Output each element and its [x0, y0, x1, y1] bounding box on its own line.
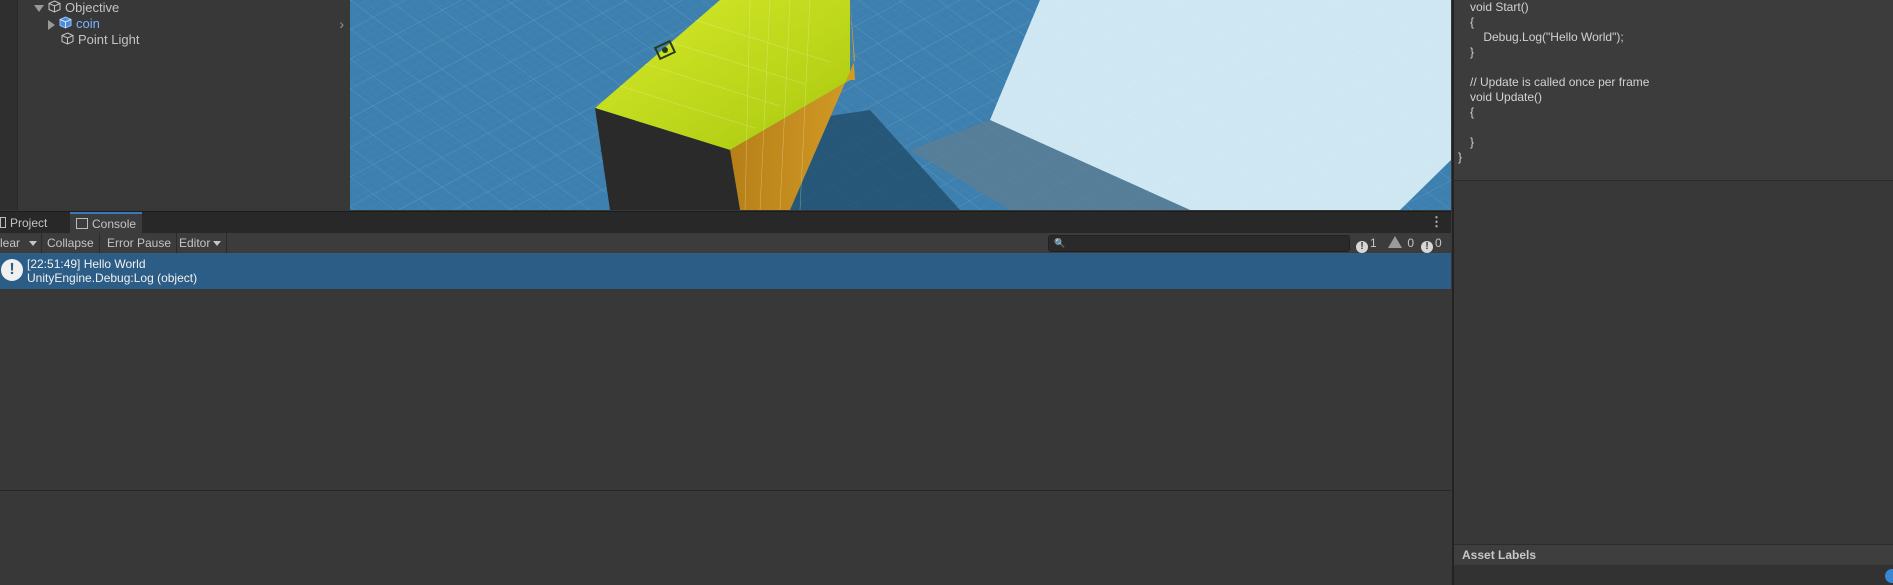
hierarchy-item-label: Point Light [78, 32, 140, 47]
log-stacktrace: UnityEngine.Debug:Log (object) [27, 271, 198, 285]
dropdown-arrow-icon [213, 241, 222, 247]
hierarchy-item-point-light[interactable]: Point Light [61, 32, 139, 48]
error-icon: ! [1421, 241, 1433, 253]
code-line: } [1458, 150, 1463, 164]
code-line: { [1470, 15, 1475, 29]
gameobject-cube-icon [61, 32, 74, 49]
tab-console[interactable]: Console [70, 212, 143, 234]
search-icon: 🔍 [1054, 238, 1066, 248]
gameobject-cube-icon [48, 0, 61, 17]
hierarchy-scene-strip [0, 0, 18, 210]
hierarchy-item-label: Objective [65, 0, 120, 15]
info-icon: ! [1356, 241, 1368, 253]
console-detail-divider[interactable] [0, 490, 1451, 491]
error-pause-button[interactable]: Error Pause [102, 233, 178, 253]
scene-view[interactable] [350, 0, 1451, 210]
asset-labels-header[interactable]: Asset Labels [1454, 544, 1893, 565]
hierarchy-panel: Objective coin › Point Light [0, 0, 349, 210]
tab-label: Project [10, 216, 48, 230]
collapse-arrow-icon[interactable] [48, 19, 55, 30]
asset-labels-title: Asset Labels [1462, 548, 1537, 562]
more-options-icon[interactable]: ⋮ [1430, 214, 1443, 230]
code-line: void Update() [1470, 90, 1543, 104]
hierarchy-item-coin[interactable]: coin › [48, 16, 348, 32]
warning-icon [1388, 236, 1402, 248]
info-count-toggle[interactable]: ! 1 [1353, 234, 1380, 253]
log-entry[interactable]: ! [22:51:49] Hello World UnityEngine.Deb… [0, 253, 1451, 289]
tab-project[interactable]: Project [0, 213, 53, 233]
dropdown-arrow-icon [29, 241, 37, 247]
log-message: [22:51:49] Hello World [27, 257, 146, 271]
console-icon [76, 218, 88, 229]
clear-button[interactable]: lear [0, 233, 22, 253]
console-search-input[interactable]: 🔍 [1048, 235, 1350, 252]
inspector-panel: void Start() { Debug.Log("Hello World");… [1452, 0, 1893, 585]
code-line: { [1470, 105, 1475, 119]
expand-arrow-icon[interactable] [34, 5, 44, 13]
folder-icon [0, 217, 6, 228]
console-panel: Project Console ⋮ lear Collapse Error Pa… [0, 211, 1451, 585]
hierarchy-item-label: coin [76, 16, 100, 31]
code-line: } [1470, 45, 1475, 59]
asset-labels-body [1454, 565, 1893, 585]
collapse-button[interactable]: Collapse [42, 233, 100, 253]
code-line: Debug.Log("Hello World"); [1470, 30, 1624, 44]
asset-label-tag-icon[interactable] [1885, 569, 1893, 583]
editor-dropdown[interactable]: Editor [174, 233, 228, 253]
clear-options-dropdown[interactable] [25, 233, 42, 253]
chevron-right-icon[interactable]: › [339, 16, 344, 32]
hierarchy-item-objective[interactable]: Objective [34, 0, 119, 16]
script-preview: void Start() { Debug.Log("Hello World");… [1454, 0, 1893, 181]
code-line: // Update is called once per frame [1470, 75, 1650, 89]
code-line: } [1470, 135, 1475, 149]
code-line: void Start() [1470, 0, 1529, 14]
info-message-icon: ! [1, 259, 23, 281]
console-tab-bar: Project Console ⋮ [0, 211, 1451, 234]
error-count-toggle[interactable]: ! 0 [1418, 234, 1445, 253]
prefab-cube-icon [59, 16, 72, 33]
warning-count-toggle[interactable]: 0 [1385, 234, 1417, 252]
console-toolbar: lear Collapse Error Pause Editor 🔍 ! 1 0 … [0, 233, 1451, 254]
tab-label: Console [92, 217, 137, 231]
